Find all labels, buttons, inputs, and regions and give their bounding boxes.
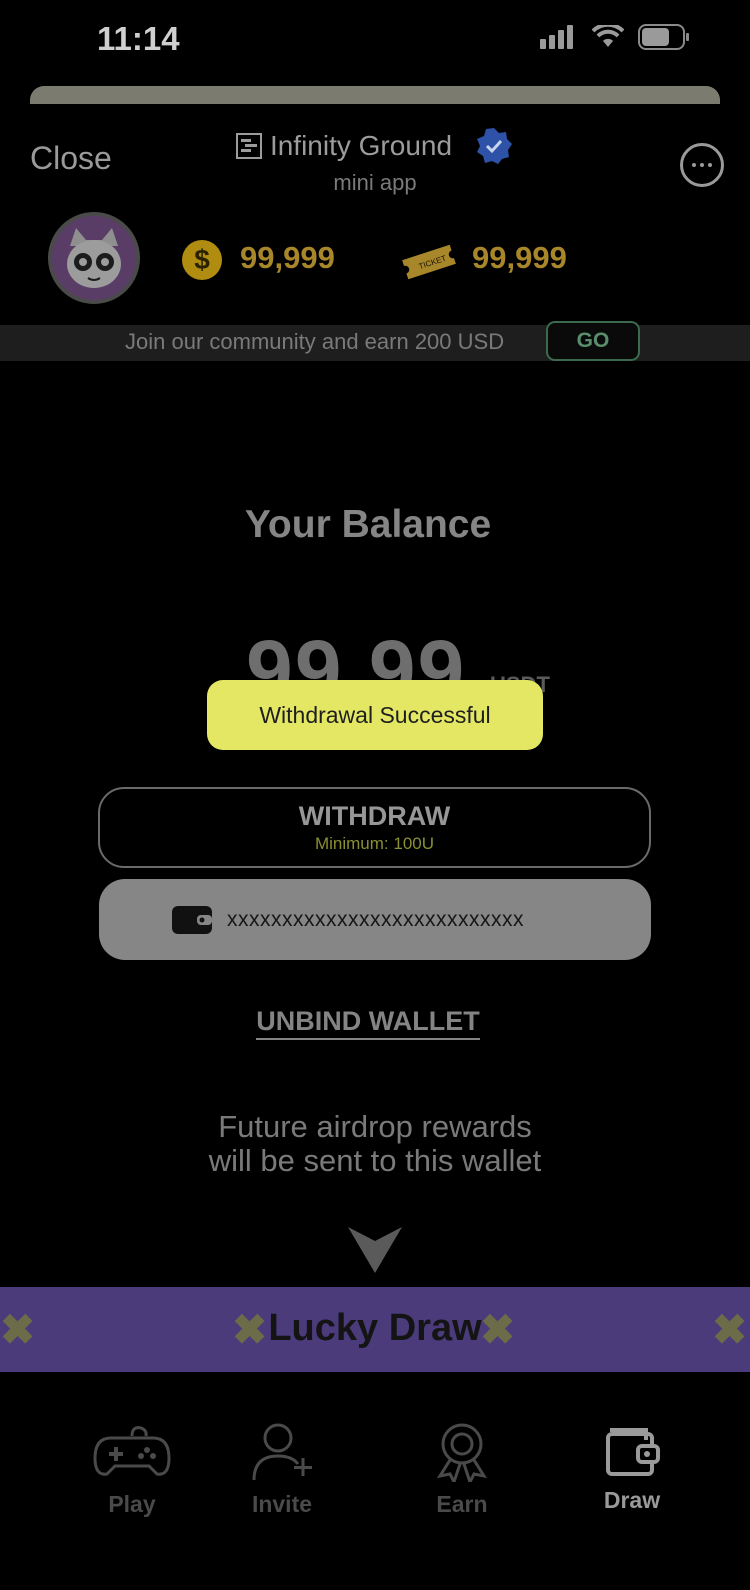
withdraw-button[interactable]: WITHDRAW Minimum: 100U bbox=[98, 787, 651, 868]
add-user-icon bbox=[252, 1423, 312, 1481]
go-button[interactable]: GO bbox=[546, 321, 640, 361]
sheet-handle bbox=[30, 86, 720, 104]
status-time: 11:14 bbox=[97, 20, 180, 57]
tab-draw[interactable]: Draw bbox=[572, 1422, 692, 1514]
tab-earn-label: Earn bbox=[436, 1491, 488, 1517]
award-icon bbox=[436, 1423, 488, 1486]
coin-icon: $ bbox=[182, 240, 222, 280]
app-logo-icon bbox=[235, 133, 262, 159]
signal-icon bbox=[540, 25, 573, 49]
wallet-address-field[interactable]: xxxxxxxxxxxxxxxxxxxxxxxxxxx bbox=[99, 879, 651, 960]
more-options-button[interactable] bbox=[680, 143, 724, 187]
tab-invite-label: Invite bbox=[251, 1491, 313, 1517]
ticket-icon: TICKET bbox=[402, 244, 456, 280]
withdrawal-toast: Withdrawal Successful bbox=[207, 680, 543, 750]
avatar[interactable] bbox=[48, 212, 140, 304]
wallet-address: xxxxxxxxxxxxxxxxxxxxxxxxxxx bbox=[227, 907, 524, 931]
airdrop-note-line1: Future airdrop rewards bbox=[218, 1109, 532, 1144]
verified-badge-icon bbox=[477, 128, 513, 164]
chevron-down-icon[interactable] bbox=[348, 1227, 402, 1273]
tab-play-label: Play bbox=[108, 1491, 156, 1517]
wifi-icon bbox=[592, 25, 624, 47]
airdrop-note-line2: will be sent to this wallet bbox=[208, 1143, 542, 1178]
bottom-tab-bar: Play Invite Earn Draw bbox=[0, 1400, 750, 1590]
banner-text: Join our community and earn 200 USD bbox=[125, 329, 505, 354]
tab-draw-label: Draw bbox=[603, 1487, 661, 1513]
cat-avatar-icon bbox=[52, 216, 136, 300]
toast-text: Withdrawal Successful bbox=[259, 701, 491, 728]
lucky-draw-banner[interactable]: ✖ ✖ ✖ ✖ Lucky Draw bbox=[0, 1287, 750, 1372]
withdraw-minimum: Minimum: 100U bbox=[314, 834, 435, 853]
balance-title: Your Balance bbox=[244, 503, 492, 546]
battery-icon bbox=[638, 24, 689, 50]
coin-balance: 99,999 bbox=[240, 240, 335, 275]
unbind-wallet-label: UNBIND WALLET bbox=[256, 1006, 480, 1040]
app-subtitle: mini app bbox=[333, 170, 417, 195]
wallet-tab-icon bbox=[606, 1428, 660, 1476]
app-title: Infinity Ground mini app bbox=[0, 126, 750, 196]
withdraw-label: WITHDRAW bbox=[298, 801, 451, 831]
tab-earn[interactable]: Earn bbox=[402, 1422, 522, 1518]
gamepad-icon bbox=[93, 1426, 171, 1476]
tab-play[interactable]: Play bbox=[72, 1422, 192, 1518]
airdrop-note: Future airdrop rewards will be sent to t… bbox=[0, 1110, 750, 1178]
app-name: Infinity Ground bbox=[269, 130, 453, 161]
ticket-balance: 99,999 bbox=[472, 240, 567, 275]
lucky-draw-label: Lucky Draw bbox=[268, 1307, 482, 1349]
wallet-icon bbox=[172, 905, 212, 934]
status-icons bbox=[540, 24, 690, 50]
unbind-wallet-link[interactable]: UNBIND WALLET bbox=[0, 1006, 736, 1040]
tab-invite[interactable]: Invite bbox=[222, 1422, 342, 1518]
